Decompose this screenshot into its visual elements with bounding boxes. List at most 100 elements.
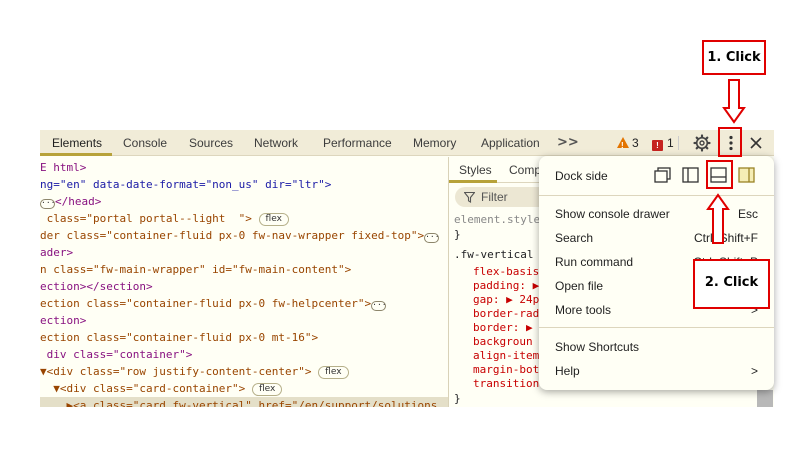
dom-line-text: ection class="container-fluid px-0 fw-he…	[40, 297, 372, 310]
dom-line[interactable]: der class="container-fluid px-0 fw-nav-w…	[40, 227, 440, 244]
dom-line[interactable]: ···</head>	[40, 193, 101, 210]
issues-count: 1	[667, 136, 674, 150]
warnings-badge[interactable]: 3	[617, 135, 639, 154]
menu-item-show-console-drawer[interactable]: Show console drawer	[555, 204, 670, 224]
menu-separator	[539, 327, 774, 328]
css-property-text: padding: ▶	[473, 279, 540, 292]
filter-placeholder: Filter	[481, 190, 508, 204]
css-property[interactable]: margin-bot	[473, 363, 539, 377]
css-property[interactable]: flex-basis	[473, 265, 539, 279]
css-property[interactable]: border: ▶ 1	[473, 321, 546, 335]
dock-side-label: Dock side	[555, 169, 608, 183]
tab-memory[interactable]: Memory	[413, 130, 456, 156]
issue-icon: !	[652, 140, 663, 151]
tab-performance[interactable]: Performance	[323, 130, 392, 156]
dom-line-text: ▶<a class="card fw-vertical" href="/en/s…	[40, 399, 438, 407]
dom-line-text: </head>	[55, 195, 102, 208]
menu-item-open-file[interactable]: Open file	[555, 276, 603, 296]
dom-line[interactable]: ection class="container-fluid px-0 fw-he…	[40, 295, 387, 312]
menu-item-more-tools[interactable]: More tools	[555, 300, 611, 320]
tab-computed[interactable]: Comp	[509, 157, 541, 183]
dom-line[interactable]: ▼<div class="row justify-content-center"…	[40, 363, 349, 380]
dom-line[interactable]: ection></section>	[40, 278, 153, 295]
flex-badge[interactable]: flex	[251, 383, 283, 396]
css-property-text: align-item	[473, 349, 540, 362]
menu-separator	[539, 195, 774, 196]
css-property-text: backgroun	[473, 335, 533, 348]
annotation-step-1: 1. Click	[702, 40, 766, 75]
warning-icon	[617, 137, 629, 154]
css-property[interactable]: transition	[473, 377, 539, 391]
dom-line-text: ader>	[40, 246, 74, 259]
rule-selector[interactable]: .fw-vertical	[454, 248, 533, 262]
submenu-chevron-icon: >	[750, 364, 758, 378]
css-property-text: border-rad	[473, 307, 540, 320]
dom-line-selected[interactable]: ▶<a class="card fw-vertical" href="/en/s…	[40, 397, 448, 407]
css-property[interactable]: border-rad	[473, 307, 539, 321]
menu-item-help[interactable]: Help	[555, 361, 580, 381]
dom-line-text: ▼<div class="card-container">	[40, 382, 246, 395]
css-property-text: flex-basis	[473, 265, 540, 278]
tab-console[interactable]: Console	[123, 130, 167, 156]
dom-line[interactable]: n class="fw-main-wrapper" id="fw-main-co…	[40, 261, 351, 278]
highlight-kebab-button	[718, 127, 742, 157]
dom-line-text: ection class="container-fluid px-0 mt-16…	[40, 331, 319, 344]
collapsed-ellipsis[interactable]: ···	[40, 199, 55, 209]
devtools-tabbar: Elements Console Sources Network Perform…	[40, 130, 774, 156]
menu-item-show-shortcuts[interactable]: Show Shortcuts	[555, 337, 639, 357]
menu-item-run-command[interactable]: Run command	[555, 252, 633, 272]
dom-line[interactable]: div class="container">	[40, 346, 193, 363]
element-style-selector: element.style	[454, 213, 541, 226]
annotation-arrow-up-icon	[706, 193, 730, 244]
rule-close-brace: }	[454, 392, 461, 405]
filter-icon	[464, 192, 475, 203]
dom-line-text: ection></section>	[40, 280, 153, 293]
css-property-text: gap: ▶ 24px	[473, 293, 546, 306]
toolbar-separator	[678, 136, 679, 150]
undock-icon[interactable]	[654, 167, 671, 183]
dom-line-text: class="portal portal--light ">	[40, 212, 252, 225]
dom-line[interactable]: ection class="container-fluid px-0 mt-16…	[40, 329, 318, 346]
flex-badge[interactable]: flex	[318, 366, 349, 379]
css-property[interactable]: align-item	[473, 349, 539, 363]
more-tabs-button[interactable]: >>	[557, 130, 579, 156]
dom-line-text: der class="container-fluid px-0 fw-nav-w…	[40, 229, 425, 242]
dom-line[interactable]: E html>	[40, 159, 86, 176]
dom-line[interactable]: class="portal portal--light "> flex	[40, 210, 289, 227]
menu-shortcut: Esc	[737, 207, 758, 221]
elements-tree: E html> ng="en" data-date-format="non_us…	[40, 157, 448, 407]
issues-badge[interactable]: ! 1	[652, 135, 674, 151]
css-property-text: margin-bot	[473, 363, 540, 376]
active-tab-indicator	[40, 153, 112, 156]
scrollbar-thumb[interactable]	[757, 390, 773, 407]
menu-item-search[interactable]: Search	[555, 228, 593, 248]
close-icon[interactable]	[747, 134, 765, 152]
settings-gear-icon[interactable]	[693, 134, 711, 152]
highlight-dock-bottom	[706, 160, 733, 189]
collapsed-ellipsis[interactable]: ···	[424, 233, 440, 243]
tab-sources[interactable]: Sources	[189, 130, 233, 156]
css-property-text: border: ▶ 1	[473, 321, 546, 334]
dom-line[interactable]: ▼<div class="card-container"> flex	[40, 380, 283, 397]
dock-left-icon[interactable]	[682, 167, 699, 183]
dom-line[interactable]: ng="en" data-date-format="non_us" dir="l…	[40, 176, 331, 193]
flex-badge[interactable]: flex	[258, 213, 289, 226]
tab-application[interactable]: Application	[481, 130, 540, 156]
dom-line-text: E html>	[40, 161, 87, 174]
dom-line-text: ection>	[40, 314, 87, 327]
collapsed-ellipsis[interactable]: ···	[371, 301, 387, 311]
dock-right-icon[interactable]	[738, 167, 755, 183]
css-property[interactable]: gap: ▶ 24px	[473, 293, 546, 307]
dom-line[interactable]: ader>	[40, 244, 73, 261]
rule-close-brace: }	[454, 228, 461, 241]
dom-line-text: ng="en" data-date-format="non_us" dir="l…	[40, 178, 332, 191]
css-property[interactable]: padding: ▶	[473, 279, 539, 293]
warnings-count: 3	[632, 136, 639, 150]
dom-line[interactable]: ection>	[40, 312, 86, 329]
dom-line-text: div class="container">	[40, 348, 193, 361]
styles-tab-indicator	[449, 180, 497, 183]
tab-network[interactable]: Network	[254, 130, 298, 156]
dom-line-text: n class="fw-main-wrapper" id="fw-main-co…	[40, 263, 352, 276]
css-property[interactable]: backgroun	[473, 335, 533, 349]
annotation-step-2: 2. Click	[693, 259, 770, 309]
